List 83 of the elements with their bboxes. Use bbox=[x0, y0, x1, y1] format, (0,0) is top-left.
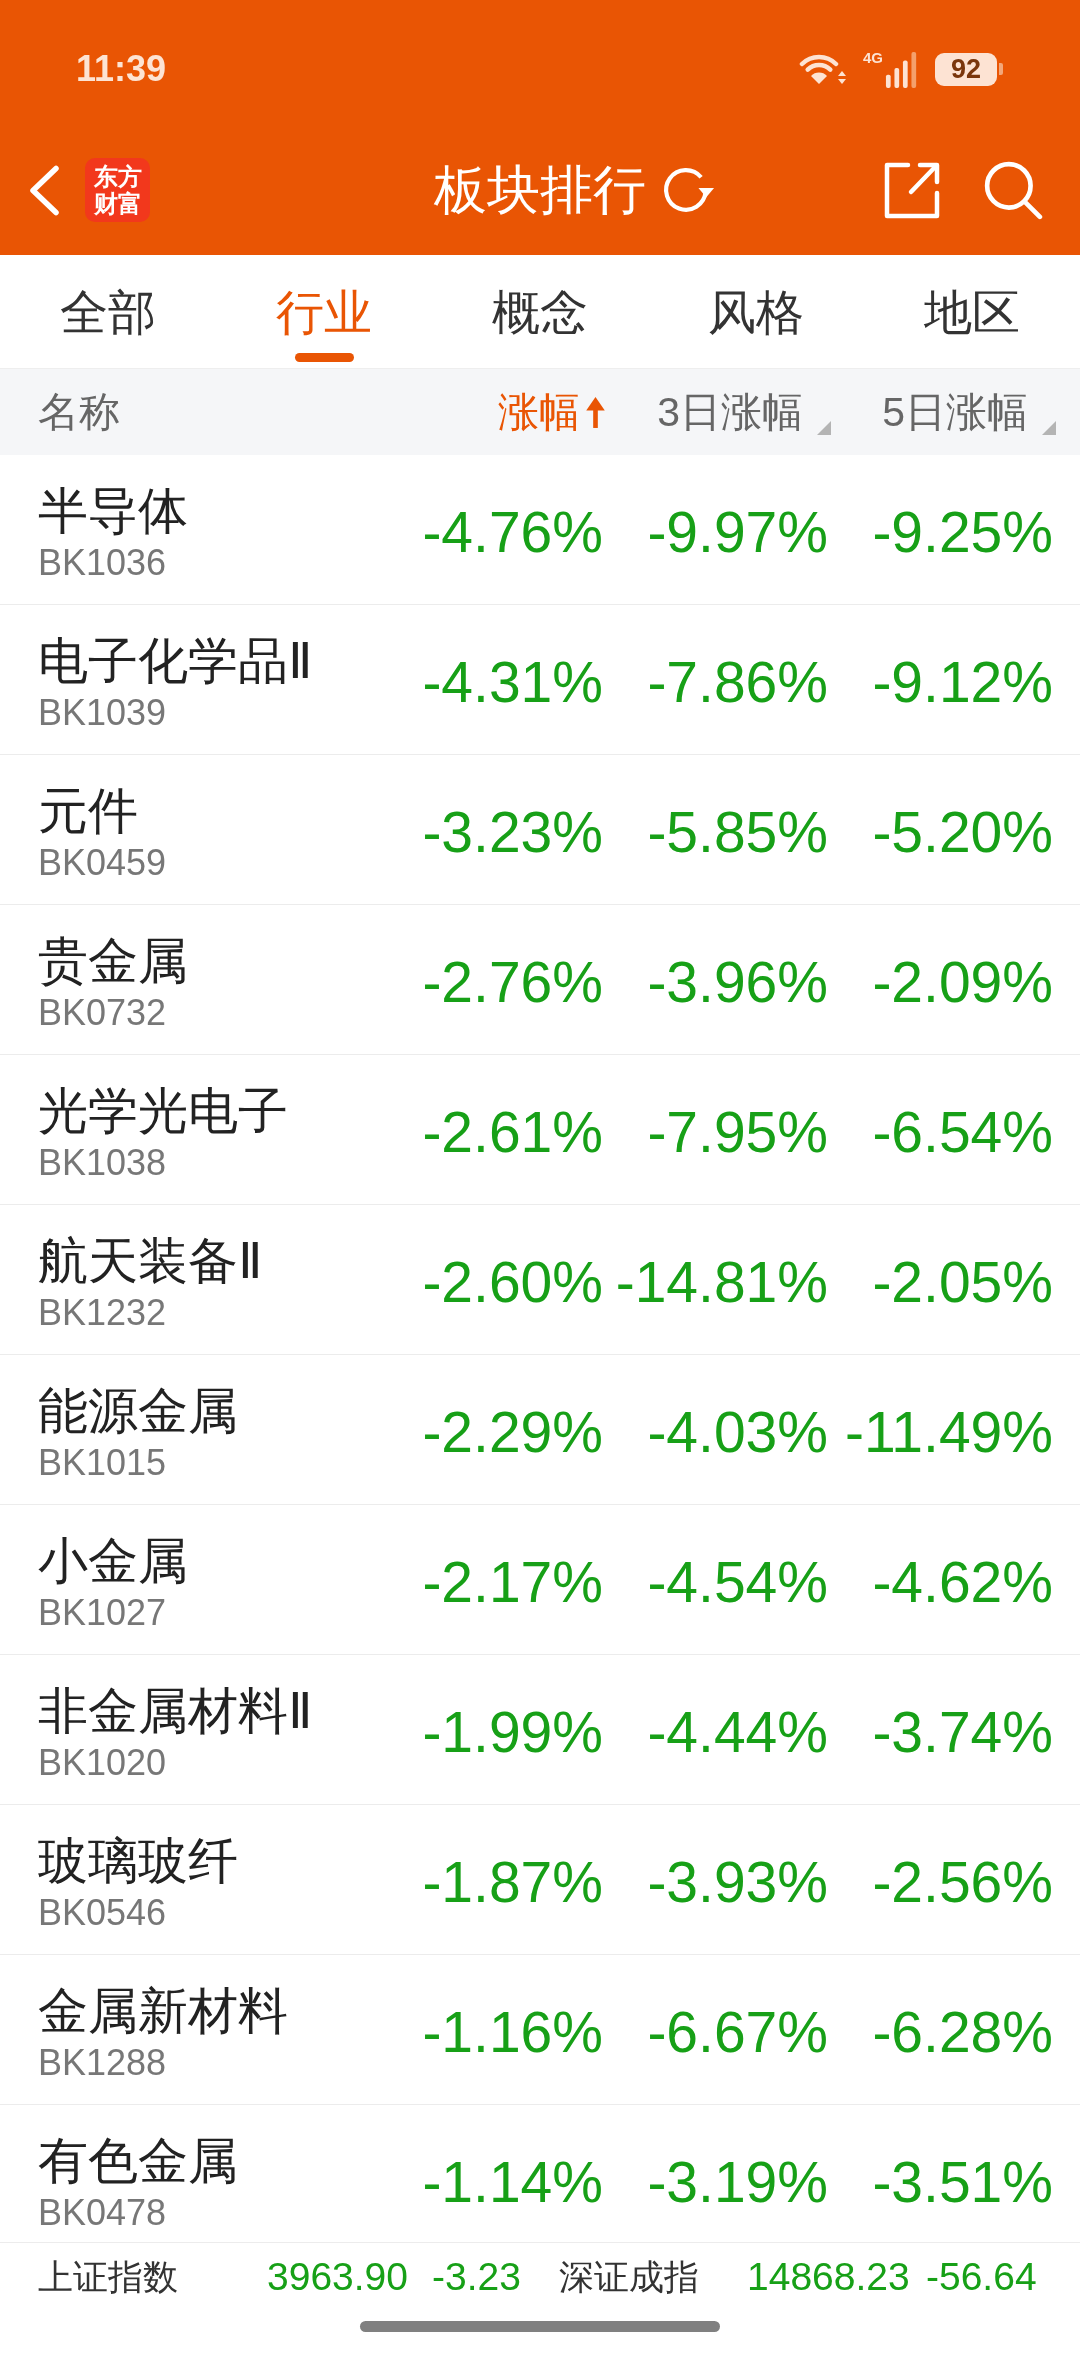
change-percent: -4.44% bbox=[647, 1699, 828, 1764]
tab[interactable]: 风格 bbox=[700, 255, 812, 341]
change-percent: -1.16% bbox=[422, 1999, 603, 2064]
sector-name: 元件 bbox=[38, 782, 138, 840]
sector-code: BK0732 bbox=[38, 992, 167, 1034]
sector-code: BK1288 bbox=[38, 2042, 167, 2084]
change-percent: -14.81% bbox=[615, 1249, 828, 1314]
change-percent: -7.95% bbox=[647, 1099, 828, 1164]
change-percent: -9.12% bbox=[872, 649, 1053, 714]
status-time: 11:39 bbox=[76, 48, 167, 90]
sector-code: BK0459 bbox=[38, 842, 167, 884]
index-value: 14868.23 bbox=[747, 2254, 911, 2299]
sector-name: 有色金属 bbox=[38, 2132, 238, 2190]
change-percent: -5.85% bbox=[647, 799, 828, 864]
change-percent: -6.67% bbox=[647, 1999, 828, 2064]
change-percent: -2.17% bbox=[422, 1549, 603, 1614]
index-name: 深证成指 bbox=[559, 2255, 700, 2298]
sector-code: BK0478 bbox=[38, 2192, 167, 2234]
sector-code: BK0546 bbox=[38, 1892, 167, 1934]
tab[interactable]: 地区 bbox=[916, 255, 1028, 341]
change-percent: -3.23% bbox=[422, 799, 603, 864]
change-percent: -6.54% bbox=[872, 1099, 1053, 1164]
column-header[interactable]: 5日涨幅 bbox=[882, 389, 1056, 435]
change-percent: -6.28% bbox=[872, 1999, 1053, 2064]
index-change: -56.64 bbox=[926, 2254, 1038, 2299]
network-type: 4G bbox=[863, 50, 883, 66]
index-value: 3963.90 bbox=[267, 2254, 409, 2299]
change-percent: -9.97% bbox=[647, 499, 828, 564]
change-percent: -3.93% bbox=[647, 1849, 828, 1914]
sector-code: BK1015 bbox=[38, 1442, 167, 1484]
sector-code: BK1036 bbox=[38, 542, 167, 584]
change-percent: -1.14% bbox=[422, 2149, 603, 2214]
change-percent: -5.20% bbox=[872, 799, 1053, 864]
change-percent: -3.74% bbox=[872, 1699, 1053, 1764]
sector-code: BK1020 bbox=[38, 1742, 167, 1784]
index-change: -3.23 bbox=[432, 2254, 522, 2299]
column-header: 名称 bbox=[38, 389, 120, 435]
sector-name: 能源金属 bbox=[38, 1382, 238, 1440]
change-percent: -2.61% bbox=[422, 1099, 603, 1164]
change-percent: -2.05% bbox=[872, 1249, 1053, 1314]
change-percent: -2.09% bbox=[872, 949, 1053, 1014]
search-icon[interactable] bbox=[983, 160, 1043, 220]
sector-code: BK1039 bbox=[38, 692, 167, 734]
sector-name: 非金属材料Ⅱ bbox=[38, 1682, 313, 1740]
tab[interactable]: 行业 bbox=[268, 255, 380, 362]
share-icon[interactable] bbox=[884, 161, 940, 219]
change-percent: -2.76% bbox=[422, 949, 603, 1014]
change-percent: -4.62% bbox=[872, 1549, 1053, 1614]
sector-name: 光学光电子 bbox=[38, 1082, 288, 1140]
sector-name: 金属新材料 bbox=[38, 1982, 288, 2040]
change-percent: -9.25% bbox=[872, 499, 1053, 564]
change-percent: -3.19% bbox=[647, 2149, 828, 2214]
change-percent: -2.60% bbox=[422, 1249, 603, 1314]
change-percent: -1.99% bbox=[422, 1699, 603, 1764]
sector-name: 贵金属 bbox=[38, 932, 188, 990]
change-percent: -2.29% bbox=[422, 1399, 603, 1464]
change-percent: -7.86% bbox=[647, 649, 828, 714]
sector-name: 半导体 bbox=[38, 482, 188, 540]
change-percent: -4.54% bbox=[647, 1549, 828, 1614]
change-percent: -3.96% bbox=[647, 949, 828, 1014]
sector-name: 小金属 bbox=[38, 1532, 188, 1590]
change-percent: -4.03% bbox=[647, 1399, 828, 1464]
sector-code: BK1038 bbox=[38, 1142, 167, 1184]
change-percent: -4.31% bbox=[422, 649, 603, 714]
tab[interactable]: 概念 bbox=[484, 255, 596, 341]
back-icon[interactable] bbox=[28, 164, 60, 216]
index-name: 上证指数 bbox=[38, 2255, 179, 2298]
page-title: 板块排行 bbox=[434, 159, 646, 221]
change-percent: -3.51% bbox=[872, 2149, 1053, 2214]
sector-name: 航天装备Ⅱ bbox=[38, 1232, 263, 1290]
sector-code: BK1232 bbox=[38, 1292, 167, 1334]
battery-level: 92 bbox=[935, 52, 997, 86]
change-percent: -1.87% bbox=[422, 1849, 603, 1914]
change-percent: -11.49% bbox=[844, 1399, 1053, 1464]
change-percent: -2.56% bbox=[872, 1849, 1053, 1914]
signal-icon bbox=[885, 52, 919, 88]
sector-name: 玻璃玻纤 bbox=[38, 1832, 238, 1890]
tab[interactable]: 全部 bbox=[52, 255, 164, 341]
sector-name: 电子化学品Ⅱ bbox=[38, 632, 313, 690]
column-header[interactable]: 3日涨幅 bbox=[657, 389, 831, 435]
sector-code: BK1027 bbox=[38, 1592, 167, 1634]
app-logo: 东方财富 bbox=[85, 158, 150, 222]
change-percent: -4.76% bbox=[422, 499, 603, 564]
